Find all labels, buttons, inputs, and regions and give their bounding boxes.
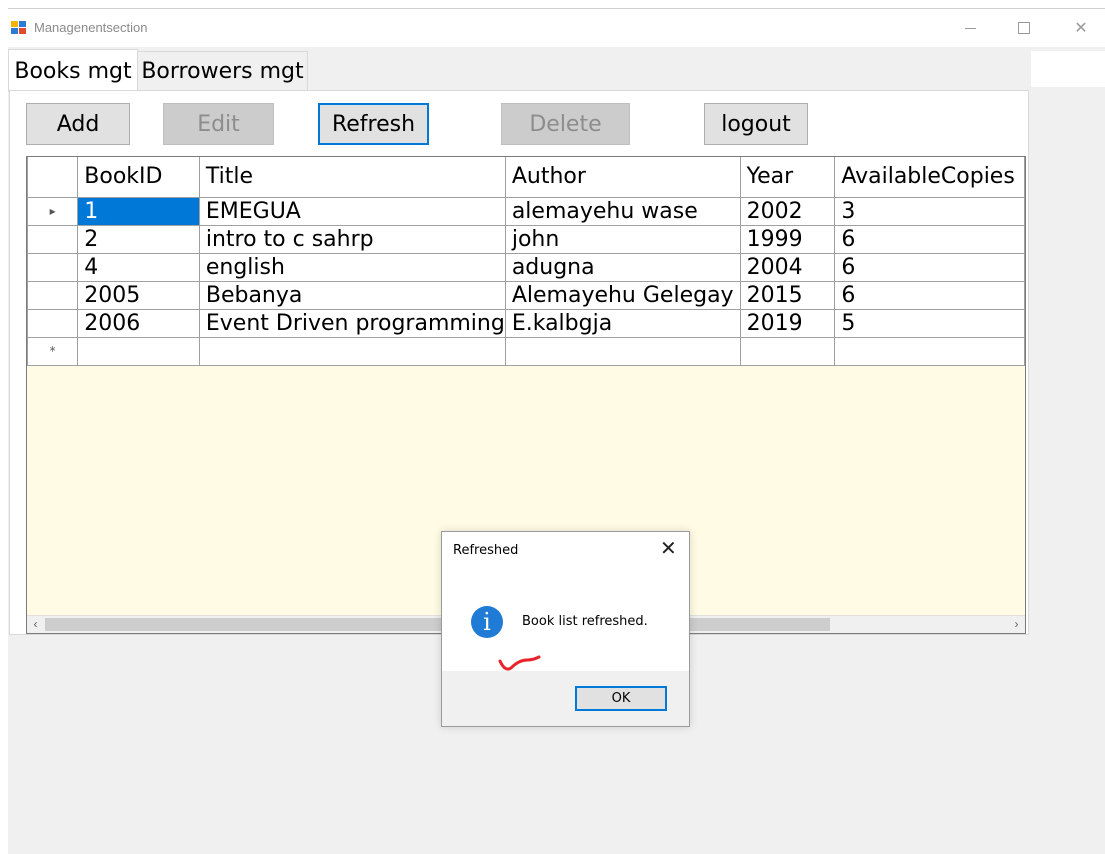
- tab-borrowers-mgt[interactable]: Borrowers mgt: [137, 51, 308, 90]
- row-header[interactable]: [27, 225, 79, 254]
- row-header[interactable]: [27, 309, 79, 338]
- table-cell[interactable]: Event Driven programming: [198, 309, 506, 338]
- column-header-availablecopies[interactable]: AvailableCopies: [834, 157, 1025, 198]
- delete-button[interactable]: Delete: [501, 103, 630, 145]
- table-cell[interactable]: Alemayehu Gelegay: [504, 281, 741, 310]
- table-cell[interactable]: 5: [834, 309, 1025, 338]
- minimize-button[interactable]: [947, 13, 993, 43]
- minimize-icon: [964, 27, 976, 29]
- table-cell[interactable]: [198, 337, 506, 366]
- column-header-title[interactable]: Title: [198, 157, 506, 198]
- column-header-year[interactable]: Year: [739, 157, 836, 198]
- table-cell[interactable]: [739, 337, 836, 366]
- logout-button[interactable]: logout: [704, 103, 808, 145]
- window-title: Managenentsection: [34, 20, 148, 35]
- table-cell[interactable]: [504, 337, 741, 366]
- current-row-indicator-icon[interactable]: ▸: [27, 197, 79, 226]
- ok-button[interactable]: OK: [575, 686, 667, 711]
- table-row[interactable]: ▸ 1 EMEGUA alemayehu wase 2002 3: [27, 197, 1025, 226]
- scroll-left-icon[interactable]: ‹: [27, 616, 44, 633]
- row-header-corner[interactable]: [27, 157, 79, 198]
- refresh-button[interactable]: Refresh: [318, 103, 429, 145]
- red-check-mark: [498, 655, 541, 671]
- table-cell[interactable]: 2005: [77, 281, 200, 310]
- new-row[interactable]: *: [27, 337, 1025, 366]
- table-cell[interactable]: 2006: [77, 309, 200, 338]
- row-header[interactable]: [27, 281, 79, 310]
- info-icon: i: [471, 606, 503, 638]
- close-window-button[interactable]: ✕: [1058, 13, 1104, 43]
- table-cell[interactable]: john: [504, 225, 741, 254]
- table-row[interactable]: 2005 Bebanya Alemayehu Gelegay 2015 6: [27, 281, 1025, 310]
- table-cell[interactable]: adugna: [504, 253, 741, 282]
- header-row: BookID Title Author Year AvailableCopies: [27, 157, 1025, 198]
- scrollbar-thumb[interactable]: [45, 618, 830, 631]
- books-table: BookID Title Author Year AvailableCopies…: [27, 157, 1025, 366]
- table-cell[interactable]: EMEGUA: [198, 197, 506, 226]
- column-header-bookid[interactable]: BookID: [77, 157, 200, 198]
- maximize-button[interactable]: [1001, 13, 1047, 43]
- dialog-footer: OK: [442, 671, 689, 726]
- table-cell[interactable]: [834, 337, 1025, 366]
- table-row[interactable]: 2006 Event Driven programming E.kalbgja …: [27, 309, 1025, 338]
- dialog-title: Refreshed: [453, 543, 519, 558]
- table-cell[interactable]: 6: [834, 281, 1025, 310]
- tab-books-mgt[interactable]: Books mgt: [8, 49, 138, 92]
- dialog-close-icon[interactable]: ✕: [660, 538, 677, 558]
- table-cell[interactable]: 2: [77, 225, 200, 254]
- title-bar: Managenentsection ✕: [8, 9, 1105, 47]
- table-cell[interactable]: 2015: [739, 281, 836, 310]
- table-cell[interactable]: [77, 337, 200, 366]
- table-cell[interactable]: english: [198, 253, 506, 282]
- table-cell[interactable]: Bebanya: [198, 281, 506, 310]
- refreshed-dialog: Refreshed ✕ i Book list refreshed. OK: [441, 531, 690, 727]
- table-cell[interactable]: intro to c sahrp: [198, 225, 506, 254]
- table-cell[interactable]: 6: [834, 253, 1025, 282]
- table-cell[interactable]: 3: [834, 197, 1025, 226]
- table-cell[interactable]: alemayehu wase: [504, 197, 741, 226]
- column-header-author[interactable]: Author: [504, 157, 741, 198]
- table-cell[interactable]: 2019: [739, 309, 836, 338]
- table-cell[interactable]: E.kalbgja: [504, 309, 741, 338]
- main-window: Managenentsection ✕ Books mgt Borrowers …: [8, 8, 1105, 854]
- table-cell[interactable]: 4: [77, 253, 200, 282]
- dialog-message: Book list refreshed.: [522, 614, 648, 629]
- app-icon: [11, 21, 27, 35]
- add-button[interactable]: Add: [26, 103, 130, 145]
- edit-button[interactable]: Edit: [163, 103, 274, 145]
- table-cell[interactable]: 1: [77, 197, 200, 226]
- tab-strip-filler: [1031, 51, 1105, 87]
- table-cell[interactable]: 1999: [739, 225, 836, 254]
- close-icon: ✕: [1074, 20, 1088, 37]
- table-cell[interactable]: 2004: [739, 253, 836, 282]
- maximize-icon: [1018, 22, 1030, 34]
- table-cell[interactable]: 6: [834, 225, 1025, 254]
- row-header[interactable]: [27, 253, 79, 282]
- table-row[interactable]: 2 intro to c sahrp john 1999 6: [27, 225, 1025, 254]
- table-cell[interactable]: 2002: [739, 197, 836, 226]
- scroll-right-icon[interactable]: ›: [1008, 616, 1025, 633]
- new-row-indicator-icon[interactable]: *: [27, 337, 79, 366]
- table-row[interactable]: 4 english adugna 2004 6: [27, 253, 1025, 282]
